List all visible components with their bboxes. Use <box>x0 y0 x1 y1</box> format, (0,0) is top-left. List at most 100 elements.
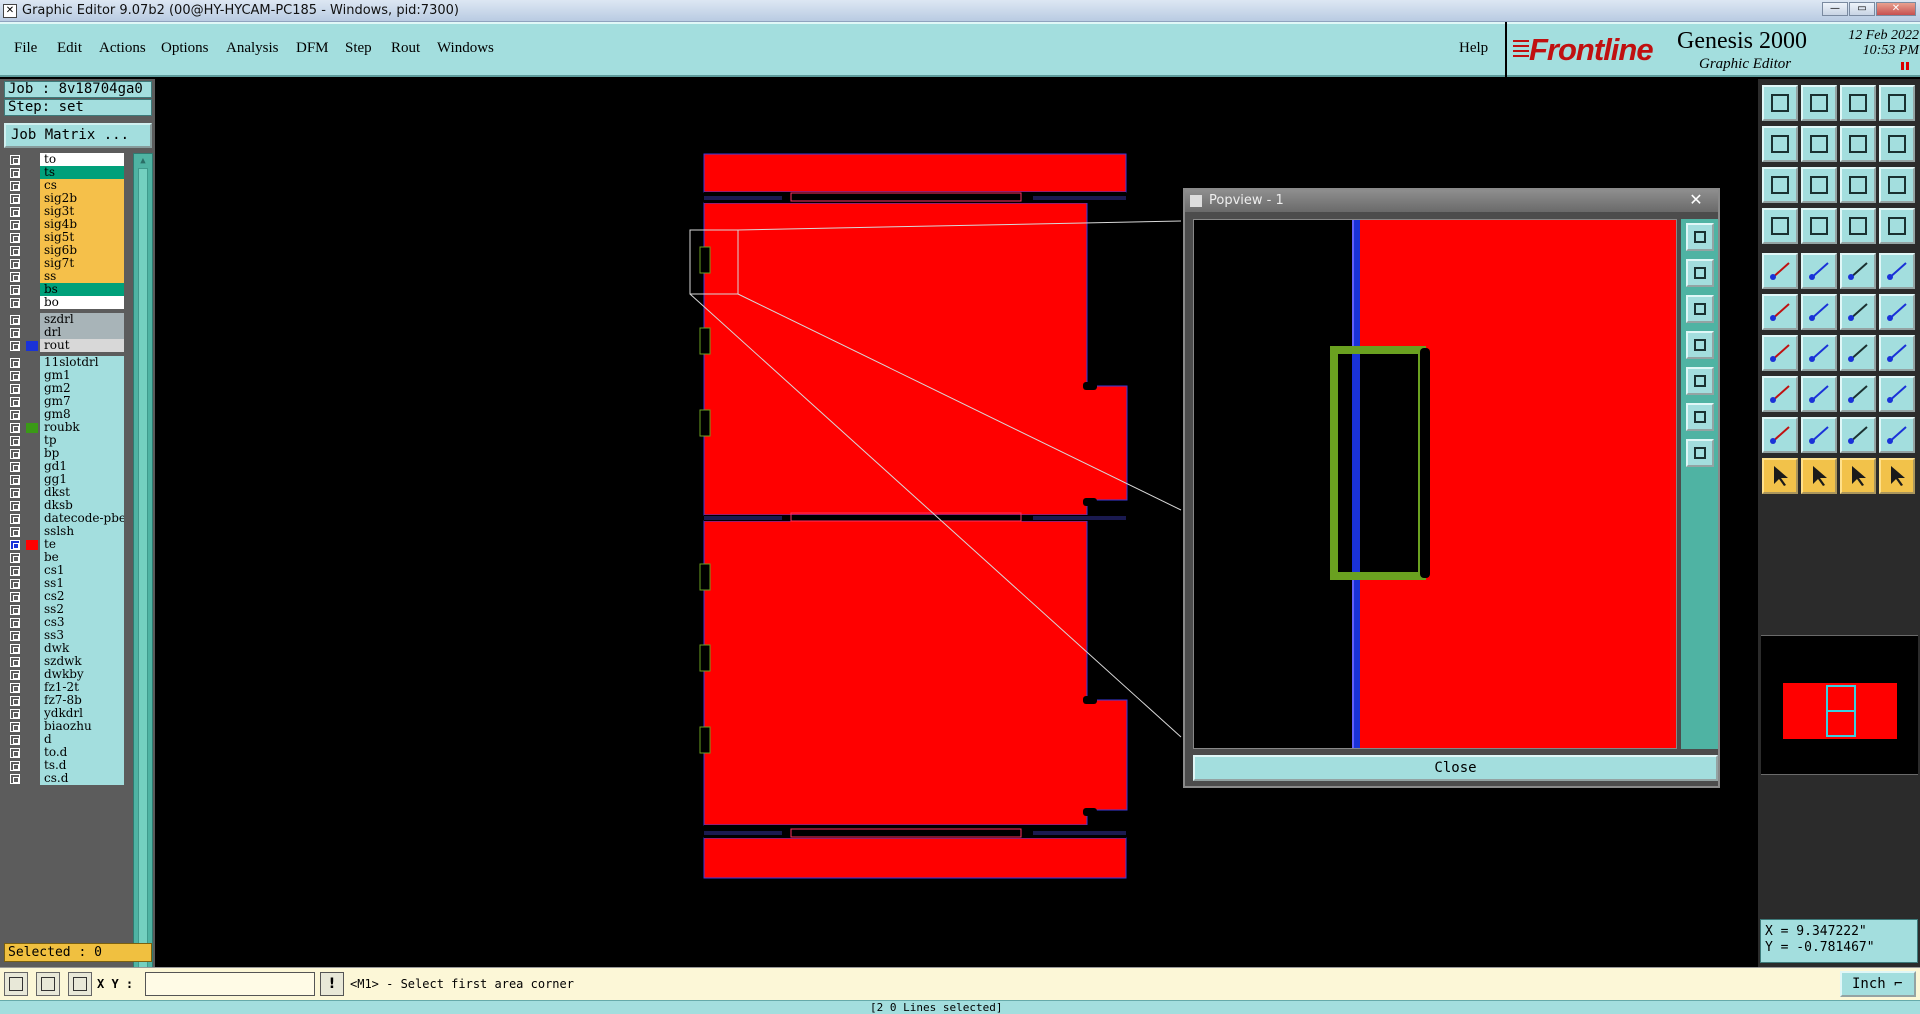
layer-color-swatch[interactable] <box>24 382 40 396</box>
layer-name[interactable]: fz1-2t <box>40 681 124 694</box>
layer-row[interactable]: cs.d <box>4 772 124 786</box>
layer-row[interactable]: sig5t <box>4 231 124 245</box>
layer-row[interactable]: gd1 <box>4 460 124 474</box>
snap-icon[interactable] <box>1762 208 1798 244</box>
layer-name[interactable]: sig4b <box>40 218 124 231</box>
popview-close-button[interactable]: Close <box>1193 755 1718 781</box>
layer-name[interactable]: sig7t <box>40 257 124 270</box>
layer-row[interactable]: sslsh <box>4 525 124 539</box>
layer-checkbox[interactable] <box>10 501 20 511</box>
cross-icon[interactable] <box>1801 294 1837 330</box>
layer-name[interactable]: ts <box>40 166 124 179</box>
layer-name[interactable]: gg1 <box>40 473 124 486</box>
layer-checkbox[interactable] <box>10 462 20 472</box>
layer-name[interactable]: cs3 <box>40 616 124 629</box>
job-matrix-button[interactable]: Job Matrix ... <box>4 123 152 148</box>
layer-row[interactable]: cs <box>4 179 124 193</box>
layer-checkbox[interactable] <box>10 527 20 537</box>
layer-row[interactable]: sig6b <box>4 244 124 258</box>
layer-name[interactable]: sig2b <box>40 192 124 205</box>
layer-color-swatch[interactable] <box>24 486 40 500</box>
layer-row[interactable]: drl <box>4 326 124 340</box>
layer-checkbox[interactable] <box>10 696 20 706</box>
layer-row[interactable]: sig2b <box>4 192 124 206</box>
layer-row[interactable]: dwkby <box>4 668 124 682</box>
layer-color-swatch[interactable] <box>24 603 40 617</box>
triangle-b-icon[interactable] <box>1840 417 1876 453</box>
layer-color-swatch[interactable] <box>24 270 40 284</box>
layer-color-swatch[interactable] <box>24 642 40 656</box>
layer-name[interactable]: dksb <box>40 499 124 512</box>
layer-name[interactable]: sslsh <box>40 525 124 538</box>
home-icon[interactable] <box>1840 85 1876 121</box>
layer-color-swatch[interactable] <box>24 395 40 409</box>
layer-name[interactable]: be <box>40 551 124 564</box>
layer-name[interactable]: dkst <box>40 486 124 499</box>
layer-checkbox[interactable] <box>10 722 20 732</box>
layer-checkbox[interactable] <box>10 181 20 191</box>
zoom-in-icon[interactable] <box>1801 85 1837 121</box>
zoom-back-icon[interactable] <box>1840 126 1876 162</box>
line-dot-icon[interactable] <box>1879 294 1915 330</box>
layer-row[interactable]: gm7 <box>4 395 124 409</box>
layer-name[interactable]: ss <box>40 270 124 283</box>
layer-color-swatch[interactable] <box>24 447 40 461</box>
layer-color-swatch[interactable] <box>24 460 40 474</box>
layer-color-swatch[interactable] <box>24 668 40 682</box>
menu-rout[interactable]: Rout <box>391 40 420 57</box>
edit-line-icon[interactable] <box>1801 335 1837 371</box>
zoom-fit-icon[interactable] <box>1762 167 1798 203</box>
layer-name[interactable]: 11slotdrl <box>40 356 124 369</box>
layer-color-swatch[interactable] <box>24 629 40 643</box>
layer-color-swatch[interactable] <box>24 313 40 327</box>
layer-name[interactable]: bs <box>40 283 124 296</box>
layer-name[interactable]: ss1 <box>40 577 124 590</box>
menu-analysis[interactable]: Analysis <box>226 40 279 57</box>
zoom-out-icon[interactable] <box>1686 295 1714 323</box>
layer-checkbox[interactable] <box>10 155 20 165</box>
close-window-button[interactable]: ✕ <box>1876 2 1916 16</box>
camera-icon[interactable] <box>1762 253 1798 289</box>
layer-name[interactable]: cs1 <box>40 564 124 577</box>
layer-color-swatch[interactable] <box>24 655 40 669</box>
select-arrow-alt-icon[interactable] <box>1840 458 1876 494</box>
measure-mode-icon[interactable] <box>36 972 60 996</box>
layer-checkbox[interactable] <box>10 315 20 325</box>
layer-row[interactable]: fz1-2t <box>4 681 124 695</box>
layer-color-swatch[interactable] <box>24 356 40 370</box>
overview-map[interactable] <box>1761 635 1918 775</box>
layer-name[interactable]: to.d <box>40 746 124 759</box>
layer-row[interactable]: ss3 <box>4 629 124 643</box>
layer-name[interactable]: cs <box>40 179 124 192</box>
layer-color-swatch[interactable] <box>24 166 40 180</box>
layer-name[interactable]: szdrl <box>40 313 124 326</box>
layer-name[interactable]: dwkby <box>40 668 124 681</box>
pad-icon[interactable] <box>1879 253 1915 289</box>
layer-row[interactable]: bs <box>4 283 124 297</box>
layer-name[interactable]: gd1 <box>40 460 124 473</box>
layer-color-swatch[interactable] <box>24 296 40 310</box>
layer-name[interactable]: fz7-8b <box>40 694 124 707</box>
layer-checkbox[interactable] <box>10 553 20 563</box>
layer-row[interactable]: szdwk <box>4 655 124 669</box>
menu-dfm[interactable]: DFM <box>296 40 329 57</box>
layer-checkbox[interactable] <box>10 449 20 459</box>
layer-name[interactable]: d <box>40 733 124 746</box>
layer-checkbox[interactable] <box>10 618 20 628</box>
highlight-icon[interactable] <box>1801 253 1837 289</box>
layer-row[interactable]: cs1 <box>4 564 124 578</box>
layer-checkbox[interactable] <box>10 168 20 178</box>
layer-row[interactable]: sig4b <box>4 218 124 232</box>
layer-row[interactable]: ydkdrl <box>4 707 124 721</box>
layer-row[interactable]: roubk <box>4 421 124 435</box>
menu-windows[interactable]: Windows <box>437 40 494 57</box>
layer-checkbox[interactable] <box>10 579 20 589</box>
layer-color-swatch[interactable] <box>24 231 40 245</box>
layer-name[interactable]: bo <box>40 296 124 309</box>
resize-icon[interactable] <box>1840 376 1876 412</box>
layer-name[interactable]: to <box>40 153 124 166</box>
grid-mode-icon[interactable] <box>68 972 92 996</box>
layer-checkbox[interactable] <box>10 371 20 381</box>
layer-name[interactable]: gm1 <box>40 369 124 382</box>
pan-right-icon[interactable] <box>1686 367 1714 395</box>
